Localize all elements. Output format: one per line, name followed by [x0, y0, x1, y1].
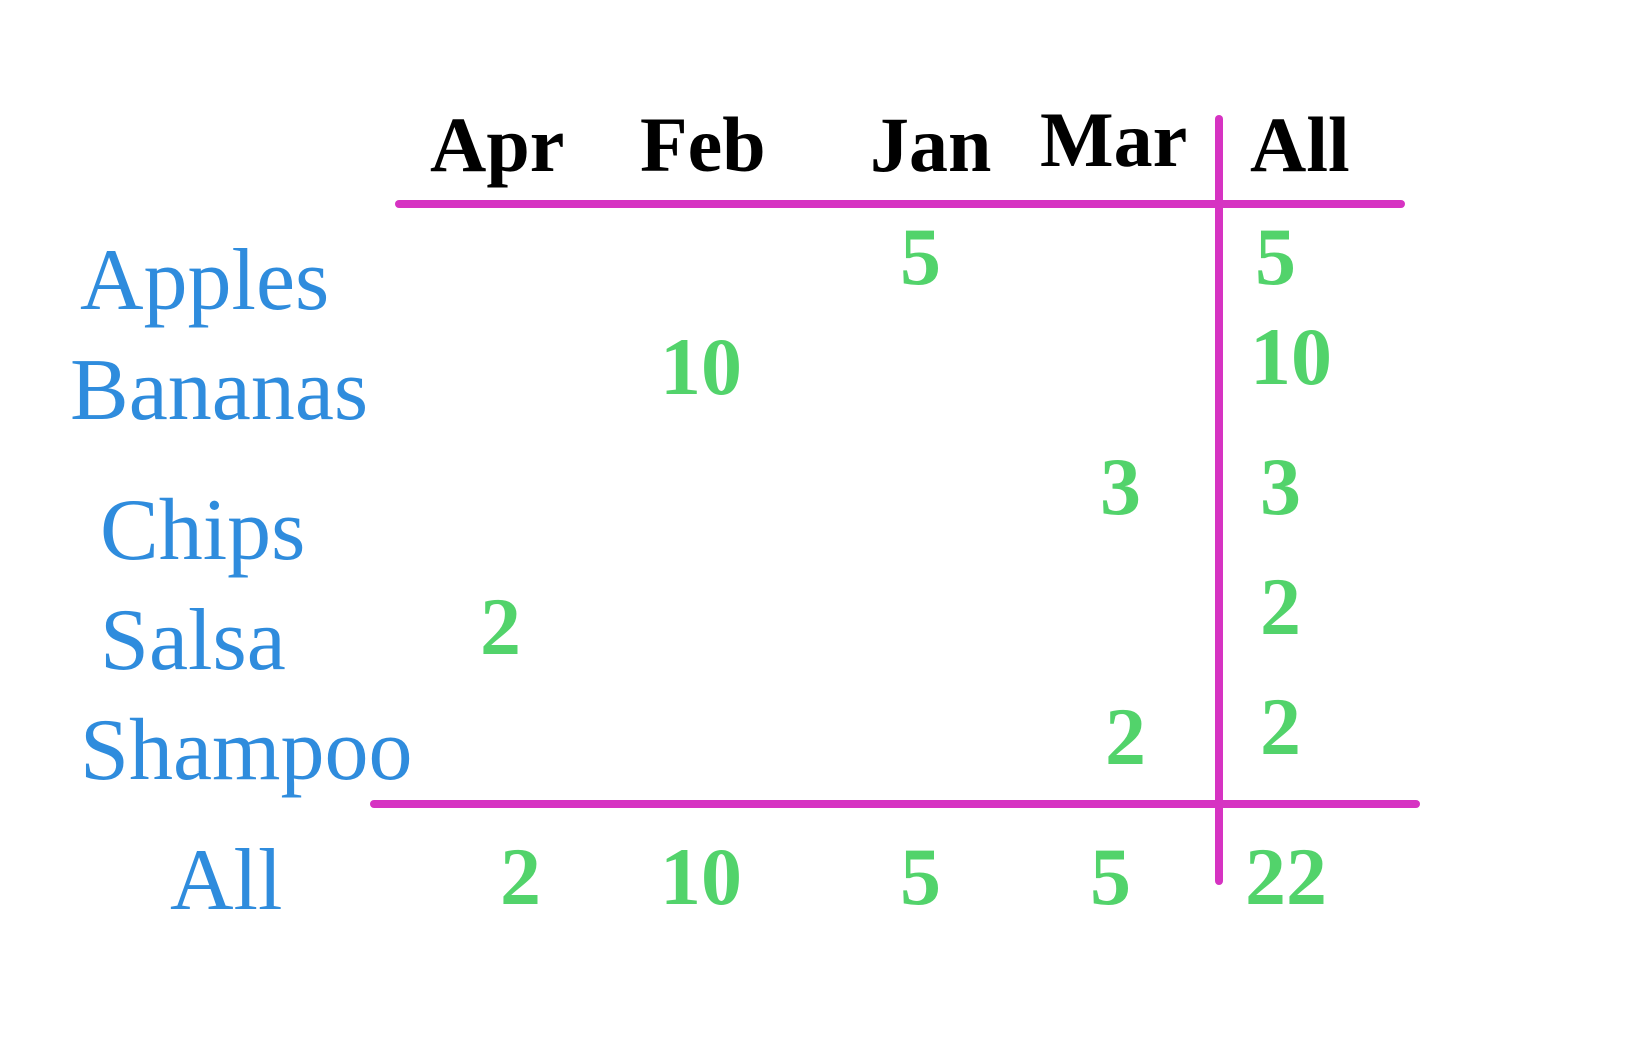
- cell-all-apr: 2: [500, 830, 541, 924]
- col-header-feb: Feb: [640, 100, 766, 190]
- cell-chips-all: 3: [1260, 440, 1301, 534]
- row-header-all: All: [170, 830, 282, 931]
- row-header-bananas: Bananas: [70, 340, 368, 441]
- total-row-rule: [370, 800, 1420, 808]
- cell-all-mar: 5: [1090, 830, 1131, 924]
- cell-salsa-apr: 2: [480, 580, 521, 674]
- col-header-apr: Apr: [430, 100, 564, 190]
- total-col-rule: [1215, 115, 1223, 885]
- header-rule: [395, 200, 1405, 208]
- row-header-salsa: Salsa: [100, 590, 286, 691]
- cell-salsa-all: 2: [1260, 560, 1301, 654]
- cell-shampoo-mar: 2: [1105, 690, 1146, 784]
- cell-bananas-all: 10: [1250, 310, 1332, 404]
- row-header-apples: Apples: [80, 230, 329, 331]
- pivot-table: Apr Feb Jan Mar All Apples Bananas Chips…: [0, 0, 1628, 1048]
- row-header-chips: Chips: [100, 480, 305, 581]
- cell-all-all: 22: [1245, 830, 1327, 924]
- col-header-jan: Jan: [870, 100, 991, 190]
- row-header-shampoo: Shampoo: [80, 700, 412, 801]
- cell-apples-all: 5: [1255, 210, 1296, 304]
- cell-bananas-feb: 10: [660, 320, 742, 414]
- col-header-mar: Mar: [1040, 95, 1187, 185]
- cell-chips-mar: 3: [1100, 440, 1141, 534]
- cell-all-feb: 10: [660, 830, 742, 924]
- cell-all-jan: 5: [900, 830, 941, 924]
- cell-apples-jan: 5: [900, 210, 941, 304]
- col-header-all: All: [1250, 100, 1350, 190]
- cell-shampoo-all: 2: [1260, 680, 1301, 774]
